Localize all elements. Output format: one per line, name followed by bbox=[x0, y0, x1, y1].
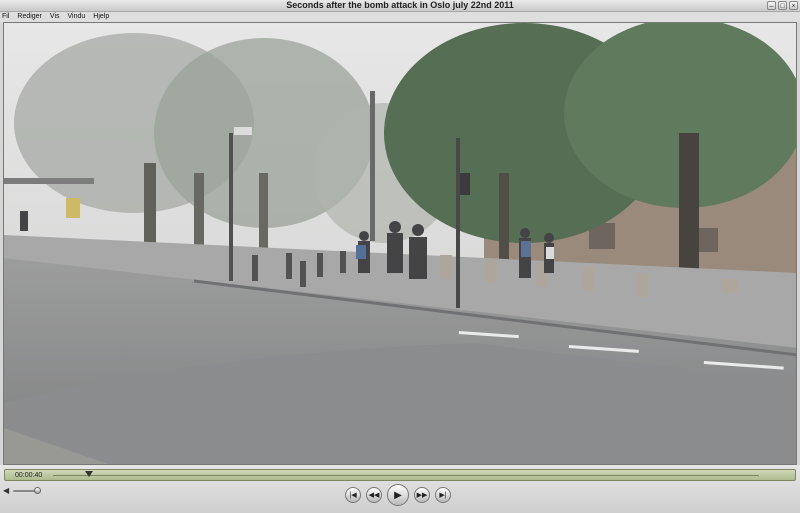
transport-controls: |◀ ◀◀ ▶ ▶▶ ▶| bbox=[345, 484, 451, 506]
menu-edit[interactable]: Rediger bbox=[17, 12, 42, 22]
title-bar: Seconds after the bomb attack in Oslo ju… bbox=[0, 0, 800, 12]
menu-bar: Fil Rediger Vis Vindu Hjelp bbox=[0, 12, 800, 22]
menu-window[interactable]: Vindu bbox=[68, 12, 86, 22]
play-icon[interactable]: ▶ bbox=[387, 484, 409, 506]
timeline-track[interactable] bbox=[53, 475, 759, 476]
rewind-icon[interactable]: ◀◀ bbox=[366, 487, 382, 503]
volume-knob[interactable] bbox=[33, 487, 41, 494]
skip-to-start-icon[interactable]: |◀ bbox=[345, 487, 361, 503]
maximize-icon[interactable]: □ bbox=[778, 1, 787, 10]
playhead-marker[interactable] bbox=[84, 471, 93, 477]
player-controls: 00:00:40 ◀ |◀ ◀◀ ▶ ▶▶ ▶| bbox=[0, 465, 800, 513]
video-scene bbox=[4, 23, 796, 464]
volume-control: ◀ bbox=[3, 486, 43, 496]
current-time: 00:00:40 bbox=[15, 472, 43, 479]
menu-file[interactable]: Fil bbox=[2, 12, 9, 22]
video-frame[interactable] bbox=[3, 22, 797, 465]
minimize-icon[interactable]: – bbox=[767, 1, 776, 10]
window-title: Seconds after the bomb attack in Oslo ju… bbox=[286, 0, 514, 10]
speaker-icon[interactable]: ◀ bbox=[3, 486, 9, 496]
menu-help[interactable]: Hjelp bbox=[93, 12, 109, 22]
close-icon[interactable]: × bbox=[789, 1, 798, 10]
skip-to-end-icon[interactable]: ▶| bbox=[435, 487, 451, 503]
timeline-bar[interactable]: 00:00:40 bbox=[4, 469, 796, 481]
menu-view[interactable]: Vis bbox=[50, 12, 60, 22]
window-controls: – □ × bbox=[767, 1, 798, 10]
volume-slider[interactable] bbox=[13, 487, 41, 494]
fast-forward-icon[interactable]: ▶▶ bbox=[414, 487, 430, 503]
